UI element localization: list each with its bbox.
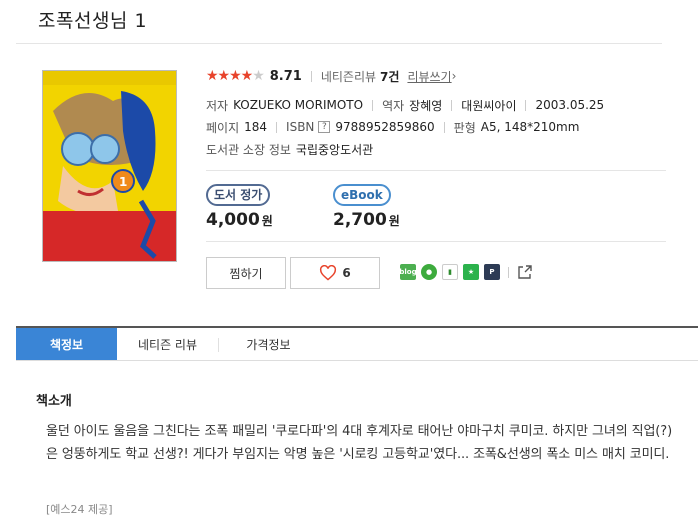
heart-icon: [320, 265, 337, 281]
tab-book-info[interactable]: 책정보: [16, 328, 117, 360]
translator-link[interactable]: 장혜영: [409, 97, 442, 114]
source-credit: [예스24 제공]: [46, 503, 113, 516]
svg-text:1: 1: [119, 175, 127, 189]
spec-row: 페이지 184 ISBN ? 9788952859860 판형 A5, 148*…: [206, 116, 666, 138]
book-share-icon[interactable]: ▮: [442, 264, 458, 280]
ebook-price-amount: 2,700: [333, 210, 387, 230]
like-button[interactable]: 6: [290, 257, 380, 289]
book-price: 도서 정가 4,000 원: [206, 184, 273, 230]
divider: [525, 99, 527, 111]
detail-tabs: 책정보 네티즌 리뷰 가격정보: [16, 326, 698, 361]
share-icon[interactable]: [517, 264, 533, 280]
author-label: 저자: [206, 98, 229, 113]
publisher-link[interactable]: 대원씨아이: [461, 97, 516, 114]
price-unit: 원: [261, 214, 273, 228]
blog-share-icon[interactable]: blog: [399, 264, 417, 280]
price-divider: [206, 241, 666, 242]
book-description: 울던 아이도 울음을 그친다는 조폭 패밀리 '쿠로다파'의 4대 후계자로 태…: [46, 424, 673, 462]
rating-stars: ★★★★★: [206, 68, 265, 84]
book-info: ★★★★★ 8.71 네티즌리뷰 7건 리뷰쓰기 › 저자 KOZUEKO MOR…: [206, 66, 666, 160]
tab-price-info[interactable]: 가격정보: [218, 328, 319, 360]
title-divider: [16, 43, 662, 44]
ebook-price-unit: 원: [388, 214, 400, 228]
divider: [508, 266, 509, 278]
isbn-value: 9788952859860: [335, 120, 435, 134]
ebook-price-value: 2,700 원: [333, 210, 400, 230]
price-value: 4,000 원: [206, 210, 273, 230]
share-bar: blog ● ▮ ★ P: [399, 264, 533, 280]
isbn-label: ISBN: [286, 120, 315, 134]
divider: [310, 70, 312, 82]
format-label: 판형: [453, 120, 476, 135]
cover-art: 1: [43, 71, 176, 261]
divider: [372, 99, 374, 111]
review-label: 네티즌리뷰: [320, 69, 377, 84]
translator-label: 역자: [382, 98, 405, 113]
pin-share-icon[interactable]: P: [484, 264, 500, 280]
rating-score: 8.71: [269, 68, 302, 84]
author-link[interactable]: KOZUEKO MORIMOTO: [233, 98, 363, 112]
price-badge: 도서 정가: [206, 184, 271, 206]
library-row: 도서관 소장 정보 국립중앙도서관: [206, 138, 666, 160]
help-icon[interactable]: ?: [318, 121, 331, 133]
pages-label: 페이지: [206, 120, 240, 135]
divider: [276, 121, 278, 133]
pages-value: 184: [244, 120, 268, 134]
book-cover[interactable]: 1: [42, 70, 177, 262]
divider: [443, 121, 445, 133]
price-amount: 4,000: [206, 210, 260, 230]
star-share-icon[interactable]: ★: [463, 264, 479, 280]
tab-netizen-review[interactable]: 네티즌 리뷰: [117, 328, 218, 360]
ebook-badge[interactable]: eBook: [333, 184, 391, 206]
format-value: A5, 148*210mm: [480, 120, 580, 134]
wish-button[interactable]: 찜하기: [206, 257, 286, 289]
library-link[interactable]: 국립중앙도서관: [296, 141, 373, 158]
review-count[interactable]: 7건: [380, 68, 399, 85]
chevron-right-icon[interactable]: ›: [452, 69, 457, 83]
divider: [451, 99, 453, 111]
write-review-link[interactable]: 리뷰쓰기: [407, 68, 451, 85]
ebook-price[interactable]: eBook 2,700 원: [333, 184, 400, 230]
rating-row: ★★★★★ 8.71 네티즌리뷰 7건 리뷰쓰기 ›: [206, 66, 666, 86]
author-row: 저자 KOZUEKO MORIMOTO 역자 장혜영 대원씨아이 2003.05…: [206, 94, 666, 116]
publish-date: 2003.05.25: [535, 98, 605, 112]
info-divider: [206, 170, 666, 171]
page-title: 조폭선생님 1: [38, 10, 148, 32]
cafe-share-icon[interactable]: ●: [421, 264, 437, 280]
section-title: 책소개: [36, 394, 72, 409]
library-label: 도서관 소장 정보: [206, 142, 291, 157]
like-count: 6: [342, 266, 351, 280]
